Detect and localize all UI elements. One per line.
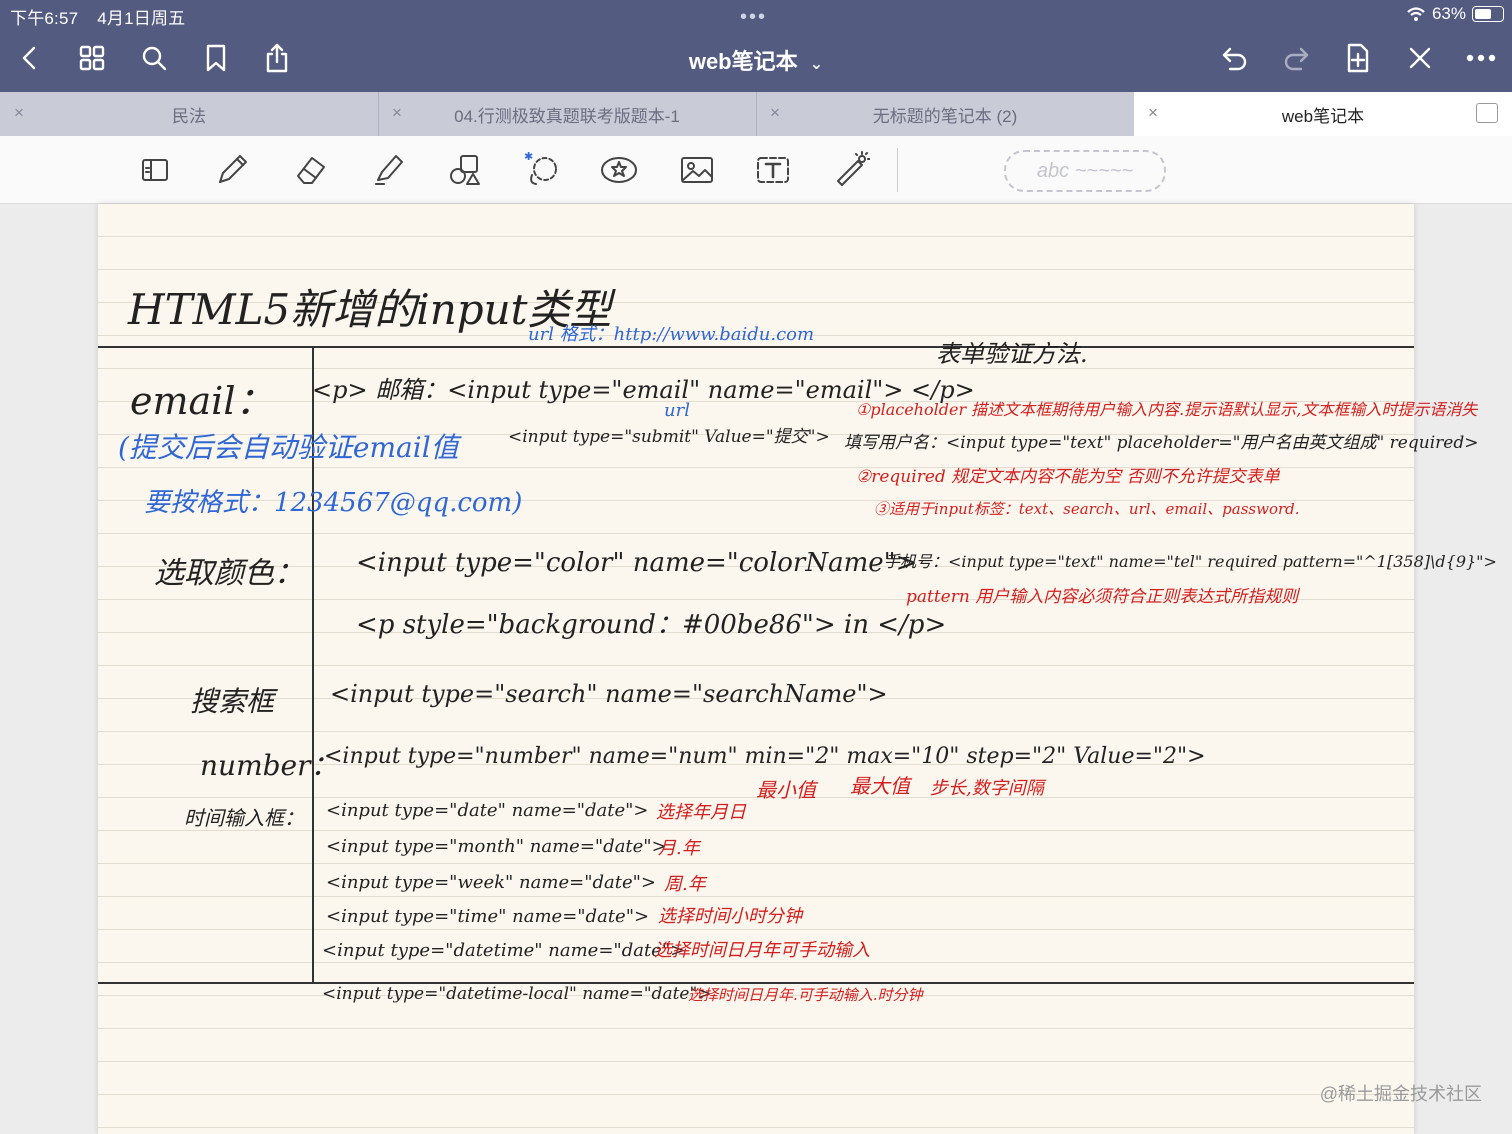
close-tab-icon[interactable]: × xyxy=(770,103,780,123)
tab-minfa[interactable]: × 民法 xyxy=(0,92,379,136)
notebook-title-dropdown[interactable]: web笔记本 ⌄ xyxy=(640,44,872,76)
date-row-code: <input type="datetime" name="date"> xyxy=(322,940,686,961)
email-hint-2: 要按格式：1234567@qq.com) xyxy=(144,488,523,518)
note-page[interactable]: HTML5新增的input类型 url 格式：http://www.baidu.… xyxy=(98,204,1497,1134)
more-icon[interactable] xyxy=(1461,38,1501,78)
date-row-note: 周.年 xyxy=(664,874,706,895)
multitasking-dots-icon[interactable]: ••• xyxy=(740,6,767,29)
wifi-icon xyxy=(1407,7,1425,21)
tab-label: 无标题的笔记本 (2) xyxy=(872,106,1018,126)
back-icon[interactable] xyxy=(10,38,50,78)
validation-fill-code: 填写用户名：<input type="text" placeholder="用户… xyxy=(844,433,1479,453)
number-label: number： xyxy=(200,749,339,782)
validation-required-note: ②required 规定文本内容不能为空 否则不允许提交表单 xyxy=(856,467,1280,487)
email-label: email： xyxy=(130,379,274,423)
watermark: @稀土掘金技术社区 xyxy=(1319,1084,1482,1104)
submit-code: <input type="submit" Value="提交"> xyxy=(508,427,830,447)
min-note: 最小值 xyxy=(756,778,816,802)
url-note: url 格式：http://www.baidu.com xyxy=(528,324,815,345)
number-code: <input type="number" name="num" min="2" … xyxy=(324,744,1206,769)
svg-text:✱: ✱ xyxy=(524,151,533,163)
pen-mode-icon[interactable] xyxy=(1400,38,1440,78)
tab-web-notebook[interactable]: × web笔记本 xyxy=(1134,92,1512,136)
url-word: url xyxy=(664,400,690,421)
undo-icon[interactable] xyxy=(1215,38,1255,78)
date-row-code: <input type="month" name="date"> xyxy=(326,836,667,857)
text-box-icon[interactable] xyxy=(751,148,795,192)
status-indicators: 63% xyxy=(1406,4,1504,24)
notebook-title: web笔记本 xyxy=(688,49,798,74)
toolbar-divider xyxy=(897,148,898,192)
chevron-down-icon: ⌄ xyxy=(809,56,824,73)
image-icon[interactable] xyxy=(675,148,719,192)
tab-xingce[interactable]: × 04.行测极致真题联考版题本-1 xyxy=(378,92,757,136)
validation-title: 表单验证方法. xyxy=(936,340,1088,368)
bookmark-icon[interactable] xyxy=(196,38,236,78)
tab-label: web笔记本 xyxy=(1281,106,1365,126)
battery-icon xyxy=(1472,6,1504,22)
search-icon[interactable] xyxy=(134,38,174,78)
pen-icon[interactable] xyxy=(210,148,254,192)
close-tab-icon[interactable]: × xyxy=(14,103,24,123)
laser-pointer-icon[interactable] xyxy=(829,148,873,192)
drawing-toolbar: ✱ xyxy=(0,136,1512,204)
split-view-icon[interactable] xyxy=(1476,103,1498,123)
search-code: <input type="search" name="searchName"> xyxy=(330,680,888,708)
add-page-icon[interactable] xyxy=(1338,38,1378,78)
share-icon[interactable] xyxy=(257,38,297,78)
validation-input-types-note: ③适用于input标签：text、search、url、email、passwo… xyxy=(874,500,1300,518)
eraser-icon[interactable] xyxy=(288,148,332,192)
date-row-note: 选择年月日 xyxy=(656,802,746,823)
date-row-code: <input type="datetime-local" name="date"… xyxy=(322,984,712,1004)
highlighter-icon[interactable] xyxy=(366,148,410,192)
phone-pattern-code: 手机号：<input type="text" name="tel" requir… xyxy=(884,552,1497,571)
color-code-1: <input type="color" name="colorName"> xyxy=(356,548,918,578)
grid-view-icon[interactable] xyxy=(72,38,112,78)
tab-bar: × 民法 × 04.行测极致真题联考版题本-1 × 无标题的笔记本 (2) × … xyxy=(0,92,1512,136)
status-date: 4月1日周五 xyxy=(97,9,186,28)
date-row-note: 选择时间小时分钟 xyxy=(658,906,802,927)
max-note: 最大值 xyxy=(850,774,910,798)
scribble-input[interactable]: abc ~~~~~ xyxy=(1004,150,1166,192)
search-label: 搜索框 xyxy=(190,685,275,718)
pattern-note: pattern 用户输入内容必须符合正则表达式所指规则 xyxy=(906,587,1299,607)
page-layout-icon[interactable] xyxy=(133,148,177,192)
close-tab-icon[interactable]: × xyxy=(1148,103,1158,123)
tab-label: 04.行测极致真题联考版题本-1 xyxy=(454,106,680,126)
date-row-note: 选择时间日月年可手动输入 xyxy=(654,940,870,961)
sticker-icon[interactable] xyxy=(597,148,641,192)
app-header: 下午6:57 4月1日周五 ••• 63% web笔记本 ⌄ xyxy=(0,0,1512,92)
shapes-icon[interactable] xyxy=(443,148,487,192)
date-row-note: 选择时间日月年.可手动输入.时分钟 xyxy=(688,986,923,1004)
date-row-code: <input type="week" name="date"> xyxy=(326,872,656,893)
date-row-code: <input type="date" name="date"> xyxy=(326,800,649,821)
divider-line xyxy=(98,346,1414,348)
date-row-note: 月.年 xyxy=(658,838,700,859)
date-row-code: <input type="time" name="date"> xyxy=(326,906,650,927)
step-note: 步长,数字间隔 xyxy=(930,778,1044,799)
tab-untitled[interactable]: × 无标题的笔记本 (2) xyxy=(756,92,1135,136)
time-label: 时间输入框： xyxy=(184,806,304,830)
redo-icon[interactable] xyxy=(1276,38,1316,78)
tab-label: 民法 xyxy=(172,106,206,126)
validation-placeholder-note: ①placeholder 描述文本框期待用户输入内容.提示语默认显示,文本框输入… xyxy=(856,400,1478,419)
battery-percent: 63% xyxy=(1431,4,1466,23)
status-time: 下午6:57 xyxy=(10,9,79,28)
color-code-2: <p style="background：#00be86"> in </p> xyxy=(356,610,947,640)
color-label: 选取颜色： xyxy=(154,556,304,591)
status-bar: 下午6:57 4月1日周五 xyxy=(10,4,199,29)
close-tab-icon[interactable]: × xyxy=(392,103,402,123)
email-hint-1: (提交后会自动验证email值 xyxy=(118,431,459,464)
lasso-icon[interactable]: ✱ xyxy=(520,148,564,192)
